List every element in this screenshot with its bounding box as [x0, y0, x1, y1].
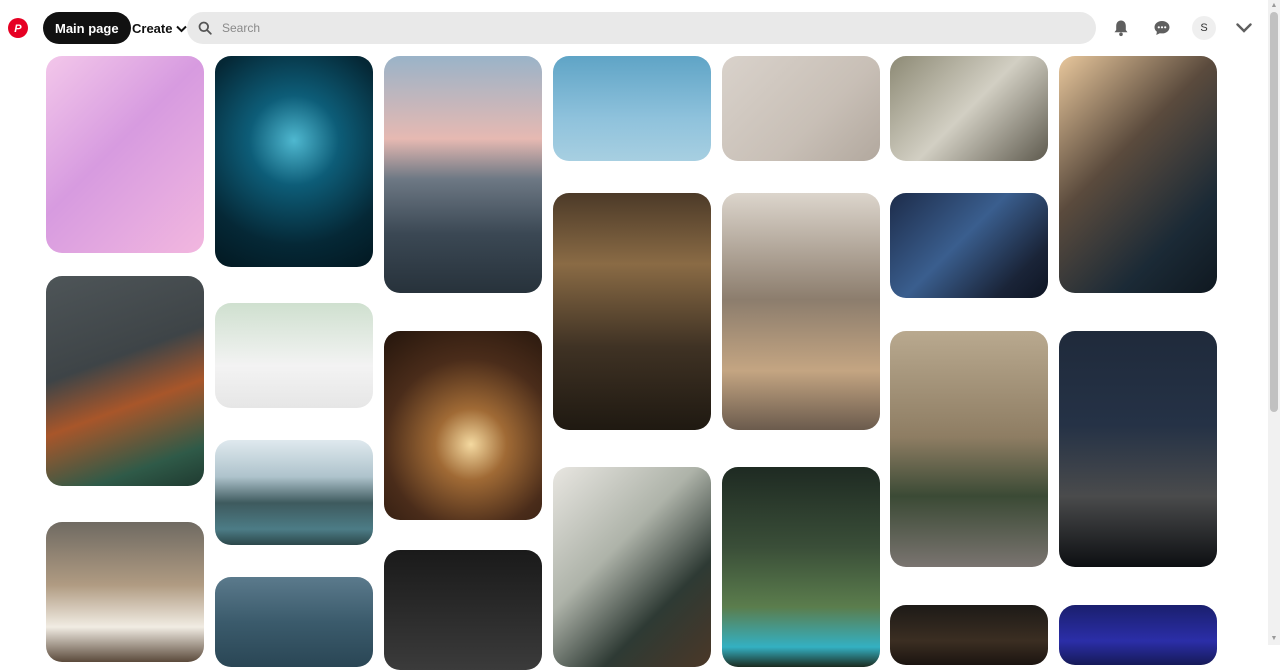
pin-deep-blue-gradient[interactable] [1059, 605, 1217, 665]
pin-sunset-shoreline[interactable] [384, 56, 542, 293]
svg-text:P: P [14, 23, 22, 34]
pin-cafe-woman-shelves[interactable] [722, 193, 880, 430]
pin-fairy-lights-woman[interactable] [553, 193, 711, 430]
bell-icon[interactable] [1109, 16, 1133, 40]
scroll-down-arrow-icon[interactable]: ▼ [1270, 635, 1278, 643]
chat-bubble-icon[interactable] [1150, 16, 1174, 40]
pin-bright-workspace[interactable] [215, 303, 373, 408]
pin-breakfast-plate[interactable] [46, 522, 204, 662]
pin-home-office-desk[interactable] [890, 56, 1048, 161]
create-menu-button[interactable]: Create [124, 12, 195, 44]
pin-ocean-mast[interactable] [215, 577, 373, 667]
pin-arctic-iceberg[interactable] [215, 56, 373, 267]
avatar-initial: S [1200, 22, 1208, 34]
chevron-down-icon [176, 21, 188, 36]
pinterest-logo-icon[interactable]: P [8, 18, 28, 38]
avatar[interactable]: S [1192, 16, 1216, 40]
pin-mountain-lake[interactable] [215, 440, 373, 545]
account-menu-chevron-icon[interactable] [1232, 16, 1256, 40]
main-page-button[interactable]: Main page [43, 12, 131, 44]
search-input[interactable] [220, 20, 1084, 36]
pin-modern-building[interactable] [46, 276, 204, 486]
create-label: Create [132, 20, 173, 36]
pin-subway-tunnel[interactable] [890, 193, 1048, 298]
search-bar[interactable] [187, 12, 1096, 44]
pin-old-building-street[interactable] [890, 331, 1048, 567]
pin-christmas-decor-flatlay[interactable] [722, 56, 880, 161]
page-scrollbar-thumb[interactable] [1270, 12, 1278, 412]
pin-dark-warm-interior[interactable] [890, 605, 1048, 665]
pin-living-room-plant[interactable] [553, 467, 711, 667]
pin-red-lanterns-sky[interactable] [553, 56, 711, 161]
pin-city-skyline-night[interactable] [1059, 331, 1217, 567]
pin-pink-abstract-3d[interactable] [46, 56, 204, 253]
search-icon [198, 21, 212, 35]
top-navigation-bar: P Main page Create S [0, 0, 1268, 56]
pin-piano-hands[interactable] [384, 550, 542, 670]
pin-green-valley-lake[interactable] [722, 467, 880, 667]
scroll-up-arrow-icon[interactable]: ▲ [1270, 2, 1278, 10]
pin-christmas-house-candle[interactable] [384, 331, 542, 520]
pin-table-lamp-wine[interactable] [1059, 56, 1217, 293]
